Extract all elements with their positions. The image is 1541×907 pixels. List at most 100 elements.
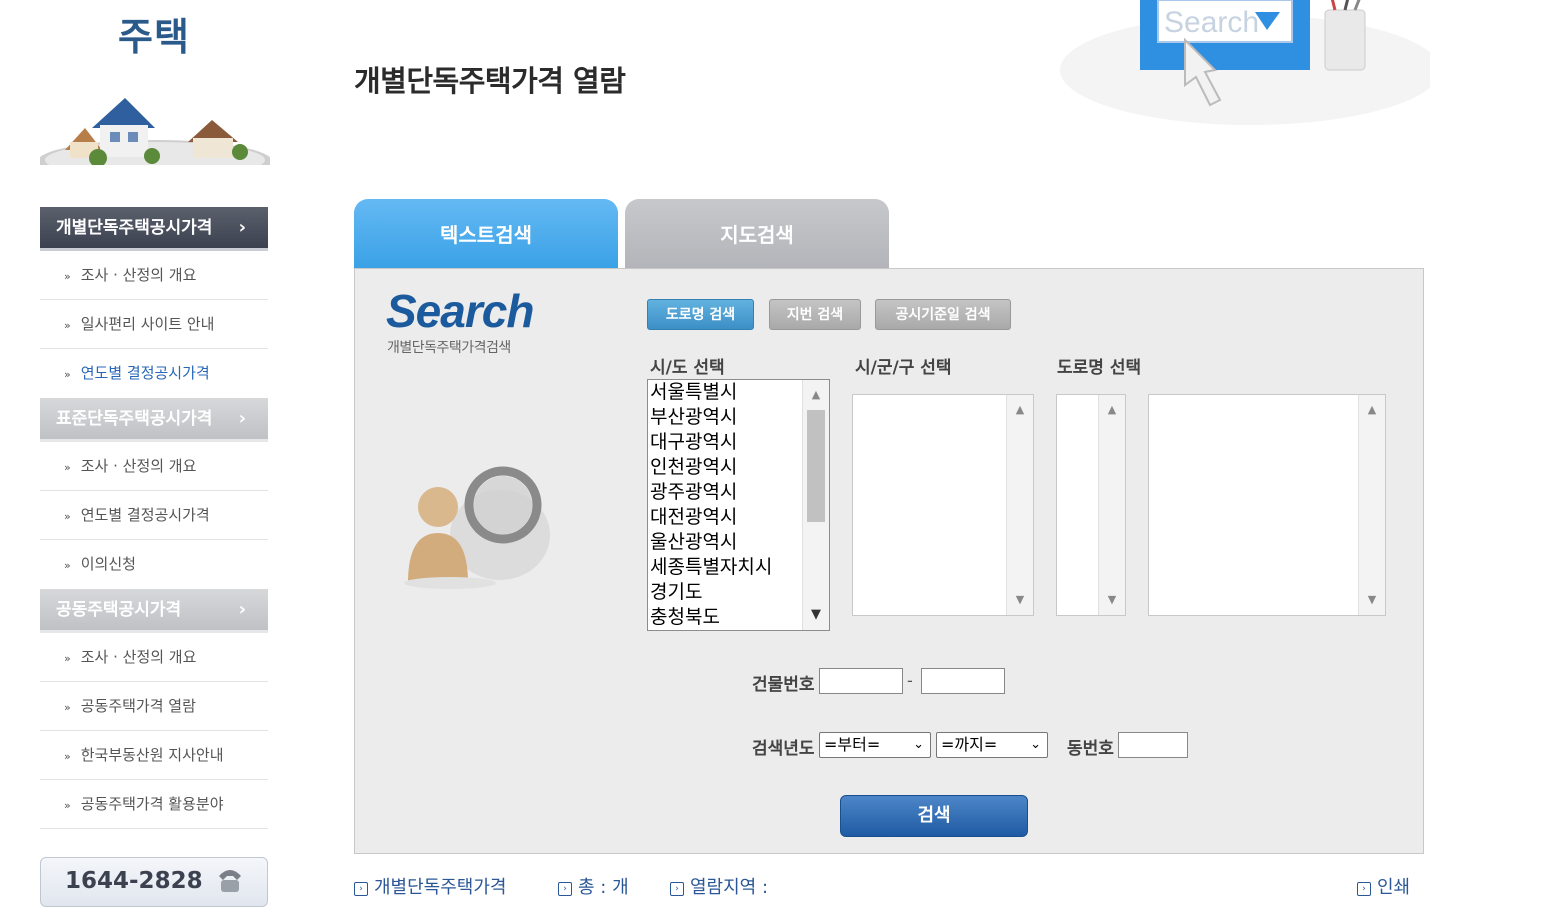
phone-icon: [219, 870, 241, 892]
scroll-down-icon[interactable]: ▼: [1007, 589, 1033, 611]
sidebar-title: 주택: [118, 15, 190, 59]
dong-number-input[interactable]: [1118, 732, 1188, 758]
scroll-up-icon[interactable]: ▲: [1099, 399, 1125, 421]
nav-item-label: 연도별 결정공시가격: [80, 364, 210, 382]
search-submit-button[interactable]: 검색: [840, 795, 1028, 837]
tab-map-search[interactable]: 지도검색: [625, 199, 889, 269]
chevron-down-icon: ⌄: [913, 737, 924, 752]
nav-item-objection[interactable]: » 이의신청: [40, 540, 268, 589]
nav-item-survey-overview[interactable]: » 조사 · 산정의 개요: [40, 633, 268, 682]
nav-item-label: 조사 · 산정의 개요: [80, 266, 197, 284]
sido-scrollbar[interactable]: ▲ ▼: [802, 380, 829, 630]
chevron-down-icon: ⌄: [1030, 737, 1041, 752]
building-sub-number-input[interactable]: [921, 668, 1005, 694]
scroll-up-icon[interactable]: ▲: [1007, 399, 1033, 421]
bullet-icon: »: [64, 559, 71, 572]
bullet-icon: »: [64, 750, 71, 763]
sigungu-scrollbar[interactable]: ▲ ▼: [1006, 395, 1033, 615]
info-total-text: 총 : 개: [578, 877, 629, 898]
arrow-box-icon: ›: [670, 882, 684, 896]
road-name-search-button[interactable]: 도로명 검색: [647, 299, 754, 330]
scroll-up-icon[interactable]: ▲: [803, 384, 829, 406]
nav-item-ilsa-site[interactable]: » 일사편리 사이트 안내: [40, 300, 268, 349]
bullet-icon: »: [64, 368, 71, 381]
sidebar-nav: 개별단독주택공시가격 › » 조사 · 산정의 개요 » 일사편리 사이트 안내 »…: [40, 207, 268, 829]
info-region-text: 열람지역 :: [690, 877, 769, 898]
tab-text-search[interactable]: 텍스트검색: [354, 199, 618, 269]
nav-item-label: 조사 · 산정의 개요: [80, 457, 197, 475]
nav-heading-individual-house[interactable]: 개별단독주택공시가격 ›: [40, 207, 268, 251]
nav-item-label: 일사편리 사이트 안내: [80, 315, 215, 333]
search-watermark-text: Search: [1164, 6, 1259, 39]
nav-item-label: 연도별 결정공시가격: [80, 506, 210, 524]
nav-item-yearly-price[interactable]: » 연도별 결정공시가격: [40, 491, 268, 540]
sigungu-listbox[interactable]: ▲ ▼: [852, 394, 1034, 616]
sido-listbox[interactable]: 서울특별시 부산광역시 대구광역시 인천광역시 광주광역시 대전광역시 울산광역시 세종특별자…: [647, 379, 830, 631]
arrow-box-icon: ›: [558, 882, 572, 896]
info-region: › 열람지역 :: [670, 873, 768, 899]
nav-item-yearly-price[interactable]: » 연도별 결정공시가격: [40, 349, 268, 398]
lot-number-search-button[interactable]: 지번 검색: [769, 299, 861, 330]
nav-item-label: 조사 · 산정의 개요: [80, 648, 197, 666]
nav-item-label: 한국부동산원 지사안내: [80, 746, 224, 764]
year-from-select[interactable]: =부터= ⌄: [819, 732, 931, 758]
phone-box: 1644-2828: [40, 857, 268, 907]
arrow-box-icon: ›: [1357, 882, 1371, 896]
building-main-number-input[interactable]: [819, 668, 903, 694]
page-title: 개별단독주택가격 열람: [354, 64, 626, 98]
sido-label: 시/도 선택: [650, 358, 725, 378]
bullet-icon: »: [64, 799, 71, 812]
bullet-icon: »: [64, 319, 71, 332]
scroll-down-icon[interactable]: ▼: [1099, 589, 1125, 611]
nav-item-apartment-price[interactable]: » 공동주택가격 열람: [40, 682, 268, 731]
arrow-box-icon: ›: [354, 882, 368, 896]
person-magnifier-illustration: [404, 466, 550, 589]
building-number-label: 건물번호: [752, 675, 815, 695]
road-initial-listbox[interactable]: ▲ ▼: [1056, 394, 1126, 616]
nav-item-label: 공동주택가격 열람: [80, 697, 196, 715]
dong-number-label: 동번호: [1067, 739, 1114, 759]
road-initial-scrollbar[interactable]: ▲ ▼: [1098, 395, 1125, 615]
search-monitor-illustration: Search: [1060, 0, 1430, 125]
nav-heading-label: 표준단독주택공시가격: [56, 409, 213, 429]
dash-separator: -: [907, 671, 913, 690]
bullet-icon: »: [64, 270, 71, 283]
nav-heading-label: 공동주택공시가격: [56, 600, 182, 620]
nav-item-usage[interactable]: » 공동주택가격 활용분야: [40, 780, 268, 829]
scroll-down-icon[interactable]: ▼: [803, 604, 829, 626]
scroll-up-icon[interactable]: ▲: [1359, 399, 1385, 421]
info-total: › 총 : 개: [558, 873, 629, 899]
scroll-thumb[interactable]: [807, 410, 825, 522]
bullet-icon: »: [64, 701, 71, 714]
sigungu-label: 시/군/구 선택: [855, 358, 952, 378]
bullet-icon: »: [64, 461, 71, 474]
chevron-right-icon: ›: [238, 599, 246, 620]
road-listbox[interactable]: ▲ ▼: [1148, 394, 1386, 616]
print-link-text: 인쇄: [1377, 877, 1411, 898]
nav-item-branch-info[interactable]: » 한국부동산원 지사안내: [40, 731, 268, 780]
info-category: › 개별단독주택가격: [354, 873, 506, 899]
nav-heading-standard-house[interactable]: 표준단독주택공시가격 ›: [40, 398, 268, 442]
scroll-down-icon[interactable]: ▼: [1359, 589, 1385, 611]
chevron-right-icon: ›: [238, 217, 246, 238]
bullet-icon: »: [64, 652, 71, 665]
info-category-text: 개별단독주택가격: [374, 877, 507, 898]
phone-number: 1644-2828: [65, 868, 203, 894]
search-year-label: 검색년도: [752, 739, 815, 759]
nav-heading-apartment[interactable]: 공동주택공시가격 ›: [40, 589, 268, 633]
bullet-icon: »: [64, 510, 71, 523]
nav-item-survey-overview[interactable]: » 조사 · 산정의 개요: [40, 442, 268, 491]
road-scrollbar[interactable]: ▲ ▼: [1358, 395, 1385, 615]
year-to-value: =까지=: [941, 735, 998, 754]
nav-item-label: 이의신청: [80, 555, 136, 573]
road-label: 도로명 선택: [1057, 358, 1142, 378]
print-link[interactable]: › 인쇄: [1357, 873, 1410, 899]
nav-item-survey-overview[interactable]: » 조사 · 산정의 개요: [40, 251, 268, 300]
year-to-select[interactable]: =까지= ⌄: [936, 732, 1048, 758]
search-logo: Search: [386, 285, 534, 337]
houses-illustration: [40, 98, 270, 165]
nav-heading-label: 개별단독주택공시가격: [56, 218, 213, 238]
base-date-search-button[interactable]: 공시기준일 검색: [875, 299, 1011, 330]
chevron-right-icon: ›: [238, 408, 246, 429]
nav-item-label: 공동주택가격 활용분야: [80, 795, 224, 813]
